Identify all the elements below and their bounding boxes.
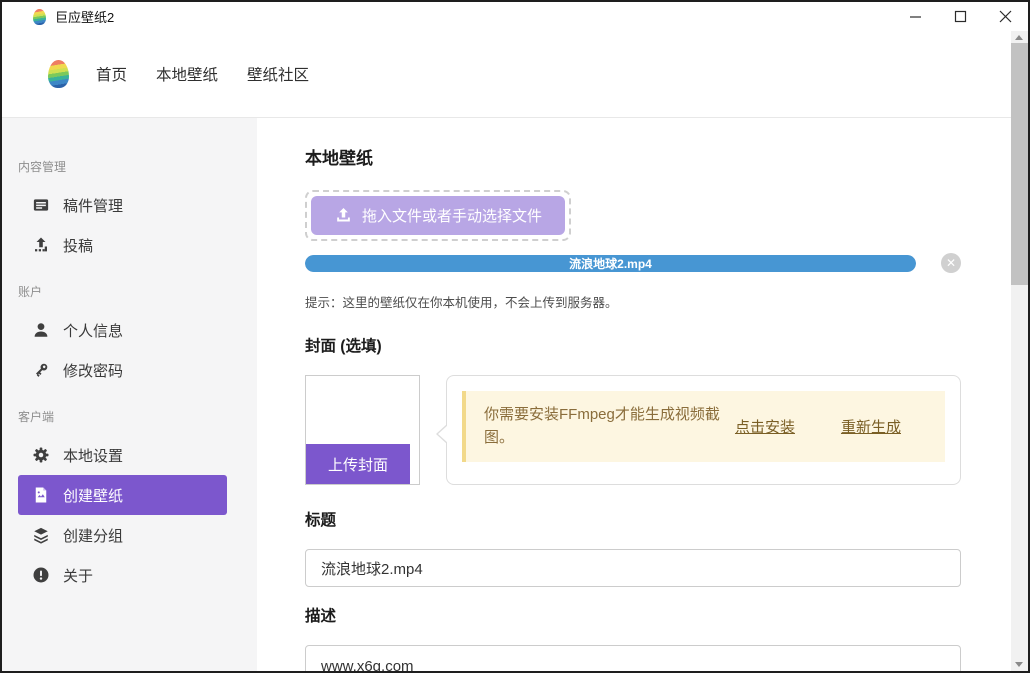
cover-preview-box: 上传封面 (305, 375, 420, 485)
upload-cover-button[interactable]: 上传封面 (306, 444, 410, 484)
sidebar: 内容管理 稿件管理 投稿 (2, 118, 257, 671)
sidebar-item-submit[interactable]: 投稿 (18, 225, 227, 265)
maximize-icon (954, 10, 967, 23)
maximize-button[interactable] (938, 2, 983, 31)
title-input[interactable] (305, 549, 961, 587)
close-button[interactable] (983, 2, 1028, 31)
description-field-label: 描述 (305, 604, 961, 626)
minimize-icon (909, 10, 922, 23)
sidebar-item-label: 关于 (63, 565, 93, 586)
sidebar-section-client: 客户端 本地设置 创建壁纸 (2, 408, 257, 595)
sidebar-item-label: 本地设置 (63, 445, 123, 466)
sidebar-item-label: 稿件管理 (63, 195, 123, 216)
main-content: 本地壁纸 拖入文件或者手动选择文件 流浪地球2.mp4 (257, 118, 1011, 671)
select-file-button[interactable]: 拖入文件或者手动选择文件 (311, 196, 565, 235)
progress-fill: 流浪地球2.mp4 (305, 255, 916, 272)
sidebar-item-label: 修改密码 (63, 360, 123, 381)
sidebar-item-label: 个人信息 (63, 320, 123, 341)
page-title: 本地壁纸 (305, 144, 961, 169)
nav-item-home[interactable]: 首页 (96, 63, 127, 85)
scrollbar-down-arrow-icon[interactable] (1015, 662, 1023, 667)
about-icon (32, 566, 50, 584)
cover-section-label: 封面 (选填) (305, 334, 961, 356)
file-dropzone[interactable]: 拖入文件或者手动选择文件 (305, 190, 571, 241)
scrollbar-thumb[interactable] (1011, 43, 1028, 285)
minimize-button[interactable] (893, 2, 938, 31)
sidebar-item-about[interactable]: 关于 (18, 555, 227, 595)
upload-progress-row: 流浪地球2.mp4 ✕ (305, 253, 961, 273)
ffmpeg-warning-alert: 你需要安装FFmpeg才能生成视频截图。 点击安装 重新生成 (462, 391, 945, 462)
article-icon (32, 196, 50, 214)
sidebar-section-account: 账户 个人信息 修改密码 (2, 283, 257, 390)
app-logo-icon (33, 9, 46, 25)
ffmpeg-warning-text: 你需要安装FFmpeg才能生成视频截图。 (484, 403, 735, 450)
gear-icon (32, 446, 50, 464)
create-wallpaper-icon (32, 486, 50, 504)
layers-icon (32, 526, 50, 544)
app-window: 巨应壁纸2 首页 本地壁纸 壁纸社区 (0, 0, 1030, 673)
progress-bar: 流浪地球2.mp4 (305, 255, 916, 272)
app-logo-egg-icon (48, 60, 69, 88)
vertical-scrollbar[interactable] (1011, 31, 1028, 671)
top-nav: 首页 本地壁纸 壁纸社区 (2, 31, 1011, 118)
select-file-label: 拖入文件或者手动选择文件 (362, 205, 542, 226)
window-title: 巨应壁纸2 (55, 7, 114, 26)
window-controls (893, 2, 1028, 31)
sidebar-item-change-password[interactable]: 修改密码 (18, 350, 227, 390)
sidebar-item-create-group[interactable]: 创建分组 (18, 515, 227, 555)
title-field-label: 标题 (305, 508, 961, 530)
sidebar-item-manuscripts[interactable]: 稿件管理 (18, 185, 227, 225)
sidebar-item-label: 投稿 (63, 235, 93, 256)
uploaded-file-name: 流浪地球2.mp4 (569, 255, 652, 272)
cover-callout: 你需要安装FFmpeg才能生成视频截图。 点击安装 重新生成 (446, 375, 961, 485)
nav-item-wallpaper-community[interactable]: 壁纸社区 (247, 63, 309, 85)
titlebar: 巨应壁纸2 (2, 2, 1028, 31)
close-icon (999, 10, 1012, 23)
sidebar-item-label: 创建壁纸 (63, 485, 123, 506)
sidebar-section-header: 内容管理 (2, 158, 257, 175)
nav-item-local-wallpaper[interactable]: 本地壁纸 (156, 63, 218, 85)
cover-row: 上传封面 你需要安装FFmpeg才能生成视频截图。 点击安装 重新生成 (305, 375, 961, 485)
remove-file-x-icon: ✕ (946, 256, 956, 270)
person-icon (32, 321, 50, 339)
upload-icon (32, 236, 50, 254)
description-textarea[interactable]: www.x6g.com (305, 645, 961, 671)
sidebar-section-header: 客户端 (2, 408, 257, 425)
alert-links: 点击安装 重新生成 (735, 416, 927, 437)
sidebar-item-label: 创建分组 (63, 525, 123, 546)
install-ffmpeg-link[interactable]: 点击安装 (735, 416, 795, 437)
upload-tray-icon (334, 206, 353, 225)
sidebar-item-create-wallpaper[interactable]: 创建壁纸 (18, 475, 227, 515)
local-only-hint: 提示：这里的壁纸仅在你本机使用，不会上传到服务器。 (305, 292, 961, 311)
sidebar-item-profile[interactable]: 个人信息 (18, 310, 227, 350)
regenerate-link[interactable]: 重新生成 (841, 416, 901, 437)
sidebar-section-content: 内容管理 稿件管理 投稿 (2, 158, 257, 265)
key-icon (32, 361, 50, 379)
sidebar-item-local-settings[interactable]: 本地设置 (18, 435, 227, 475)
remove-file-button[interactable]: ✕ (941, 253, 961, 273)
sidebar-section-header: 账户 (2, 283, 257, 300)
scrollbar-up-arrow-icon[interactable] (1015, 35, 1023, 40)
